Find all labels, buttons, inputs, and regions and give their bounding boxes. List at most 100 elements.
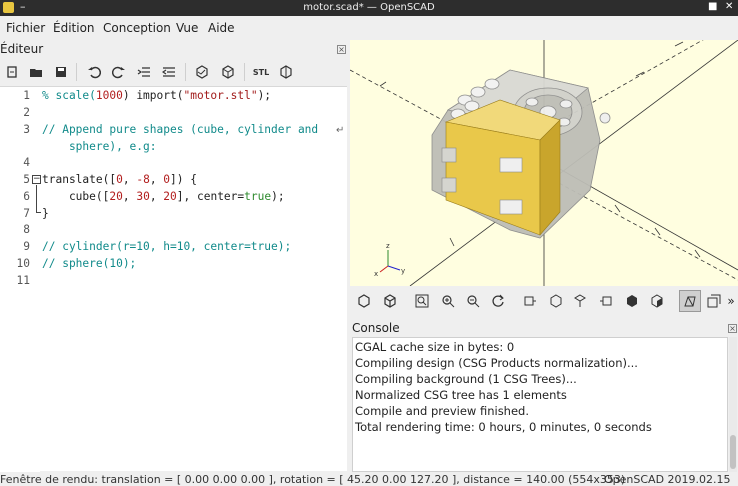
view-bottom-icon[interactable] (572, 293, 588, 309)
console-title: Console (352, 321, 400, 335)
fold-range-line (36, 185, 37, 212)
line-number: 5 (23, 173, 30, 186)
code-token: , (122, 190, 137, 203)
view-back-icon[interactable] (649, 293, 665, 309)
new-file-icon[interactable] (4, 64, 20, 80)
render-view-icon[interactable] (382, 293, 398, 309)
save-icon[interactable] (53, 64, 69, 80)
status-bar: Fenêtre de rendu: translation = [ 0.00 0… (0, 473, 738, 486)
menu-fichier[interactable]: Fichier (6, 21, 45, 35)
console-line: Total rendering time: 0 hours, 0 minutes… (355, 420, 652, 434)
close-window-icon[interactable]: ✕ (725, 1, 733, 12)
window-title: motor.scad* — OpenSCAD (303, 2, 435, 13)
console-close-icon[interactable]: × (728, 324, 737, 333)
line-number: 7 (23, 207, 30, 220)
code-line-1: % scale(1000) import("motor.stl"); (42, 89, 271, 102)
menu-aide[interactable]: Aide (208, 21, 235, 35)
code-line-3: // Append pure shapes (cube, cylinder an… (42, 123, 319, 136)
version-label: OpenSCAD 2019.02.15 (604, 473, 731, 486)
viewport-scene: z x y (350, 40, 738, 286)
preview-icon[interactable] (194, 64, 210, 80)
menu-bar: Fichier Édition Conception Vue Aide (0, 16, 738, 40)
toolbar-separator (244, 63, 245, 81)
more-tools-icon[interactable]: » (726, 293, 736, 309)
line-number: 4 (23, 156, 30, 169)
code-token: "motor.stl" (183, 89, 258, 102)
orthogonal-icon[interactable] (706, 293, 722, 309)
code-line-10: // sphere(10); (42, 257, 137, 270)
svg-text:x: x (374, 270, 378, 278)
code-token: -8 (136, 173, 150, 186)
console-line: Normalized CSG tree has 1 elements (355, 388, 567, 402)
axis-gizmo: z x y (374, 242, 405, 278)
menu-conception[interactable]: Conception (103, 21, 171, 35)
preview-view-icon[interactable] (356, 293, 372, 309)
code-token: % scale( (42, 89, 96, 102)
code-line-5: translate([0, -8, 0]) { (42, 173, 197, 186)
code-token: 20 (163, 190, 177, 203)
code-token: 30 (136, 190, 150, 203)
open-file-icon[interactable] (28, 64, 44, 80)
toolbar-separator (185, 63, 186, 81)
code-line-9: // cylinder(r=10, h=10, center=true); (42, 240, 292, 253)
console-line: Compiling background (1 CSG Trees)... (355, 372, 577, 386)
code-token: 20 (109, 190, 123, 203)
zoom-out-icon[interactable] (465, 293, 481, 309)
code-token: , (149, 190, 164, 203)
fold-range-end (36, 212, 41, 213)
fold-marker-icon[interactable]: − (32, 175, 41, 184)
line-number: 1 (23, 89, 30, 102)
editor-header: Éditeur × (0, 40, 350, 58)
code-editor[interactable]: 1 2 3 4 5 6 7 8 9 10 11 − % scale(1000) … (0, 86, 347, 472)
reset-view-icon[interactable] (490, 293, 506, 309)
code-token: translate([ (42, 173, 117, 186)
svg-text:y: y (401, 267, 405, 275)
console-line: Compile and preview finished. (355, 404, 530, 418)
menu-edition[interactable]: Édition (53, 21, 95, 35)
render-viewport[interactable]: z x y (350, 40, 738, 286)
send-to-print-icon[interactable] (278, 64, 294, 80)
menu-vue[interactable]: Vue (176, 21, 198, 35)
editor-toolbar: STL (0, 58, 350, 86)
view-left-icon[interactable] (598, 293, 614, 309)
view-front-icon[interactable] (624, 293, 640, 309)
maximize-icon[interactable]: ■ (708, 1, 717, 12)
redo-icon[interactable] (111, 64, 127, 80)
code-line-3-wrapped: sphere), e.g: (42, 140, 157, 153)
code-token: ); (257, 89, 272, 102)
line-number: 6 (23, 190, 30, 203)
scrollbar-thumb[interactable] (730, 435, 736, 469)
code-line-6: cube([20, 30, 20], center=true); (42, 190, 285, 203)
console-line: CGAL cache size in bytes: 0 (355, 340, 515, 354)
editor-close-icon[interactable]: × (337, 45, 346, 54)
line-number-gutter: 1 2 3 4 5 6 7 8 9 10 11 (0, 87, 40, 472)
unindent-icon[interactable] (136, 64, 152, 80)
console-output[interactable]: CGAL cache size in bytes: 0 Compiling de… (352, 337, 728, 472)
indent-icon[interactable] (161, 64, 177, 80)
line-number: 9 (23, 240, 30, 253)
code-line-7: } (42, 207, 49, 220)
code-token: cube([ (42, 190, 110, 203)
svg-text:z: z (386, 242, 390, 250)
render-icon[interactable] (220, 64, 236, 80)
wrap-indicator-icon: ↵ (336, 125, 345, 136)
perspective-icon[interactable] (679, 290, 701, 312)
export-stl-icon[interactable]: STL (253, 64, 269, 80)
line-number: 10 (16, 257, 30, 270)
code-token: , (149, 173, 164, 186)
console-scrollbar[interactable] (729, 337, 737, 472)
code-token: 1000 (95, 89, 123, 102)
code-token: ); (271, 190, 285, 203)
line-number: 3 (23, 123, 30, 136)
console-header: Console × (350, 318, 738, 336)
cube-model (441, 99, 561, 236)
zoom-in-icon[interactable] (440, 293, 456, 309)
view-right-icon[interactable] (522, 293, 538, 309)
undo-icon[interactable] (86, 64, 102, 80)
code-token: 0 (116, 173, 123, 186)
console-line: Compiling design (CSG Products normaliza… (355, 356, 638, 370)
view-top-icon[interactable] (548, 293, 564, 309)
code-token: ) import( (122, 89, 184, 102)
window-titlebar: – motor.scad* — OpenSCAD ■ ✕ (0, 0, 738, 16)
view-all-icon[interactable] (414, 293, 430, 309)
